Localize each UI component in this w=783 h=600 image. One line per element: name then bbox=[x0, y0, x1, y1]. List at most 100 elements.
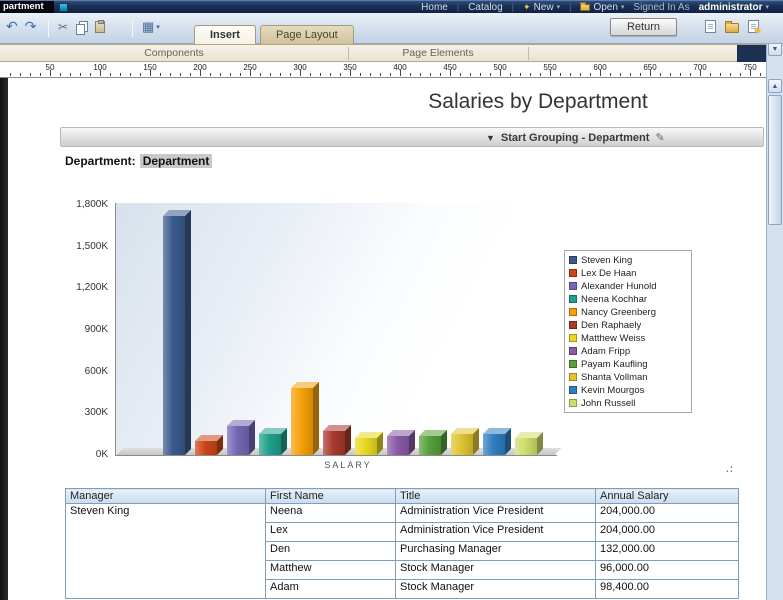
title-cell[interactable]: Stock Manager bbox=[395, 579, 596, 599]
ruler-tick bbox=[730, 73, 731, 76]
ruler-tick bbox=[620, 73, 621, 76]
salary-cell[interactable]: 132,000.00 bbox=[595, 541, 739, 561]
ruler-tick bbox=[580, 73, 581, 76]
undo-redo-group: ↶ ↷ bbox=[6, 18, 36, 35]
chevron-down-icon: ▾ bbox=[620, 4, 625, 11]
ruler-tick bbox=[20, 73, 21, 76]
vertical-scrollbar[interactable]: ▲ ▼ ▲ bbox=[766, 13, 783, 600]
ruler-tick bbox=[130, 73, 131, 76]
scrollbar-thumb[interactable] bbox=[768, 95, 782, 225]
chart-bar-side-face bbox=[313, 382, 319, 455]
ruler-tick bbox=[610, 73, 611, 76]
salary-cell[interactable]: 98,400.00 bbox=[595, 579, 739, 599]
ruler-tick bbox=[60, 73, 61, 76]
report-table-body: Steven King Neena Administration Vice Pres… bbox=[65, 503, 739, 599]
ruler-mark: 550 bbox=[543, 63, 557, 72]
legend-item: John Russell bbox=[569, 397, 687, 409]
first-name-cell[interactable]: Den bbox=[265, 541, 396, 561]
department-field[interactable]: Department bbox=[139, 154, 213, 168]
ruler-mark: 300 bbox=[293, 63, 307, 72]
menu-home[interactable]: Home bbox=[421, 2, 448, 13]
column-header[interactable]: Title bbox=[395, 488, 596, 504]
legend-item: Den Raphaely bbox=[569, 319, 687, 331]
open-folder-icon[interactable] bbox=[725, 20, 739, 33]
first-name-cell[interactable]: Neena bbox=[265, 503, 396, 523]
ruler-tick bbox=[690, 73, 691, 76]
collapse-icon[interactable]: ▼ bbox=[486, 133, 495, 143]
edit-pencil-icon[interactable]: ✎ bbox=[655, 131, 664, 144]
legend-swatch bbox=[569, 269, 577, 277]
scroll-up-button[interactable]: ▲ bbox=[768, 79, 782, 93]
ruler-mark: 50 bbox=[45, 63, 55, 72]
report-table[interactable]: Manager First Name Title Annual Salary Stev… bbox=[65, 488, 739, 599]
chart-bar-side-face bbox=[249, 420, 255, 455]
legend-swatch bbox=[569, 347, 577, 355]
window-tab[interactable]: partment bbox=[0, 0, 54, 14]
new-report-icon[interactable] bbox=[705, 20, 716, 33]
ruler-mark: 500 bbox=[493, 63, 507, 72]
report-canvas[interactable]: Salaries by Department ▼ Start Grouping … bbox=[8, 78, 766, 600]
y-axis-tick-label: 600K bbox=[84, 365, 108, 377]
title-cell[interactable]: Administration Vice President bbox=[395, 522, 596, 542]
ribbon-section-components: Components bbox=[144, 47, 204, 59]
ruler-mark: 650 bbox=[643, 63, 657, 72]
chart-bar-front-face bbox=[387, 436, 409, 455]
first-name-cell[interactable]: Matthew bbox=[265, 560, 396, 580]
legend-item: Matthew Weiss bbox=[569, 332, 687, 344]
menu-open[interactable]: Open ▾ bbox=[580, 2, 624, 13]
salary-cell[interactable]: 204,000.00 bbox=[595, 522, 739, 542]
menu-catalog[interactable]: Catalog bbox=[468, 2, 502, 13]
ribbon-tabs: Insert Page Layout bbox=[194, 25, 354, 44]
column-header[interactable]: Annual Salary bbox=[595, 488, 739, 504]
ruler-tick bbox=[120, 73, 121, 76]
title-cell[interactable]: Administration Vice President bbox=[395, 503, 596, 523]
view-picker[interactable]: ▦ ▾ bbox=[142, 19, 160, 35]
paste-icon[interactable] bbox=[95, 20, 106, 33]
grouping-bar[interactable]: ▼ Start Grouping - Department ✎ bbox=[60, 127, 764, 147]
column-header[interactable]: First Name bbox=[265, 488, 396, 504]
menu-new[interactable]: ✦ New ▾ bbox=[523, 2, 560, 13]
return-button[interactable]: Return bbox=[609, 18, 677, 36]
column-header[interactable]: Manager bbox=[65, 488, 266, 504]
ruler-tick bbox=[380, 73, 381, 76]
panel-down-button[interactable]: ▼ bbox=[768, 42, 782, 56]
ruler-tick bbox=[760, 73, 761, 76]
folder-icon bbox=[580, 2, 591, 11]
ruler-mark: 400 bbox=[393, 63, 407, 72]
legend-swatch bbox=[569, 334, 577, 342]
save-template-icon[interactable] bbox=[748, 20, 759, 33]
salary-cell[interactable]: 96,000.00 bbox=[595, 560, 739, 580]
y-axis-tick-label: 1,500K bbox=[76, 240, 108, 252]
copy-icon[interactable] bbox=[76, 21, 89, 35]
user-menu[interactable]: administrator ▾ bbox=[699, 2, 769, 13]
undo-icon[interactable]: ↶ bbox=[6, 18, 18, 35]
legend-label: Matthew Weiss bbox=[581, 332, 646, 344]
ruler-tick bbox=[570, 73, 571, 76]
report-title[interactable]: Salaries by Department bbox=[338, 90, 738, 114]
salary-cell[interactable]: 204,000.00 bbox=[595, 503, 739, 523]
ruler-tick bbox=[110, 73, 111, 76]
legend-swatch bbox=[569, 308, 577, 316]
grouping-control[interactable]: ▼ Start Grouping - Department ✎ bbox=[486, 131, 665, 145]
manager-cell[interactable]: Steven King bbox=[65, 503, 266, 599]
y-axis-tick-label: 1,200K bbox=[76, 282, 108, 294]
ruler-tick bbox=[340, 73, 341, 76]
tab-page-layout[interactable]: Page Layout bbox=[259, 25, 354, 44]
first-name-cell[interactable]: Adam bbox=[265, 579, 396, 599]
title-cell[interactable]: Purchasing Manager bbox=[395, 541, 596, 561]
redo-icon[interactable]: ↷ bbox=[25, 18, 37, 35]
chart-bar-front-face bbox=[163, 216, 185, 455]
ruler-mark: 200 bbox=[193, 63, 207, 72]
y-axis-tick-label: 1,800K bbox=[76, 199, 108, 210]
ruler-tick bbox=[460, 73, 461, 76]
first-name-cell[interactable]: Lex bbox=[265, 522, 396, 542]
ribbon-divider bbox=[528, 47, 529, 60]
ruler-tick bbox=[260, 73, 261, 76]
tab-insert[interactable]: Insert bbox=[194, 25, 256, 44]
ruler-tick bbox=[30, 73, 31, 76]
ribbon-section-page-elements: Page Elements bbox=[402, 47, 474, 59]
title-cell[interactable]: Stock Manager bbox=[395, 560, 596, 580]
chart-bar-front-face bbox=[515, 438, 537, 455]
cut-icon[interactable]: ✂ bbox=[58, 20, 68, 34]
chart-resize-handle[interactable]: .: bbox=[726, 464, 734, 475]
